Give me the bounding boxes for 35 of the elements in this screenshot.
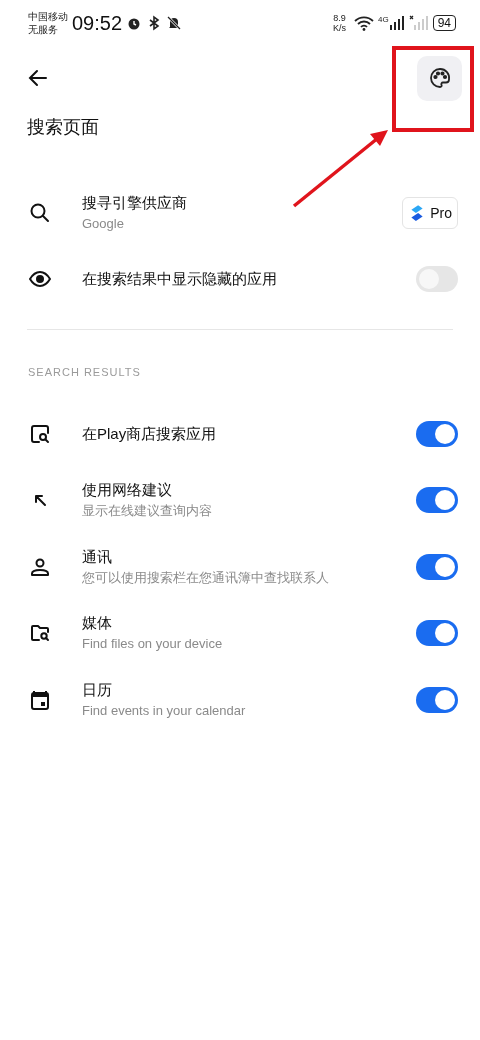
pro-button[interactable]: Pro [402, 197, 458, 229]
setting-title: 媒体 [82, 613, 113, 634]
section-header: SEARCH RESULTS [27, 365, 142, 380]
toggle-switch[interactable] [416, 686, 458, 713]
setting-subtitle: 显示在线建议查询内容 [82, 502, 213, 521]
search-icon [28, 201, 52, 225]
speed-value: 8.9 [333, 13, 346, 23]
bell-off-icon [166, 15, 183, 31]
setting-subtitle: 您可以使用搜索栏在您通讯簿中查找联系人 [82, 568, 330, 587]
setting-title: 通讯 [82, 546, 113, 567]
toggle-switch[interactable] [416, 266, 458, 292]
setting-title: 日历 [82, 679, 113, 700]
signal-empty-icon [408, 15, 429, 31]
setting-subtitle: Find files on your device [82, 635, 224, 654]
setting-title: 搜寻引擎供应商 [82, 193, 188, 213]
toggle-switch[interactable] [416, 420, 458, 447]
carrier-label: 中国移动 [28, 10, 68, 23]
page-title: 搜索页面 [26, 116, 100, 139]
toggle-switch[interactable] [416, 487, 458, 514]
wifi-icon [353, 15, 374, 31]
network-label: 4G [377, 14, 389, 26]
palette-icon [427, 66, 452, 90]
setting-subtitle: Find events in your calendar [82, 701, 247, 720]
theme-button[interactable] [417, 55, 462, 101]
setting-title: 使用网络建议 [82, 480, 173, 501]
setting-subtitle: Google [82, 215, 125, 233]
setting-title: 在搜索结果中显示隐藏的应用 [82, 269, 278, 289]
battery-indicator: 94 [432, 15, 456, 31]
toggle-switch[interactable] [416, 620, 458, 647]
toggle-switch[interactable] [416, 553, 458, 580]
clock: 09:52 [72, 11, 123, 36]
setting-title: 在Play商店搜索应用 [82, 423, 218, 444]
service-label: 无服务 [28, 23, 59, 36]
speed-unit: K/s [332, 23, 346, 33]
signal-icon [388, 15, 405, 31]
